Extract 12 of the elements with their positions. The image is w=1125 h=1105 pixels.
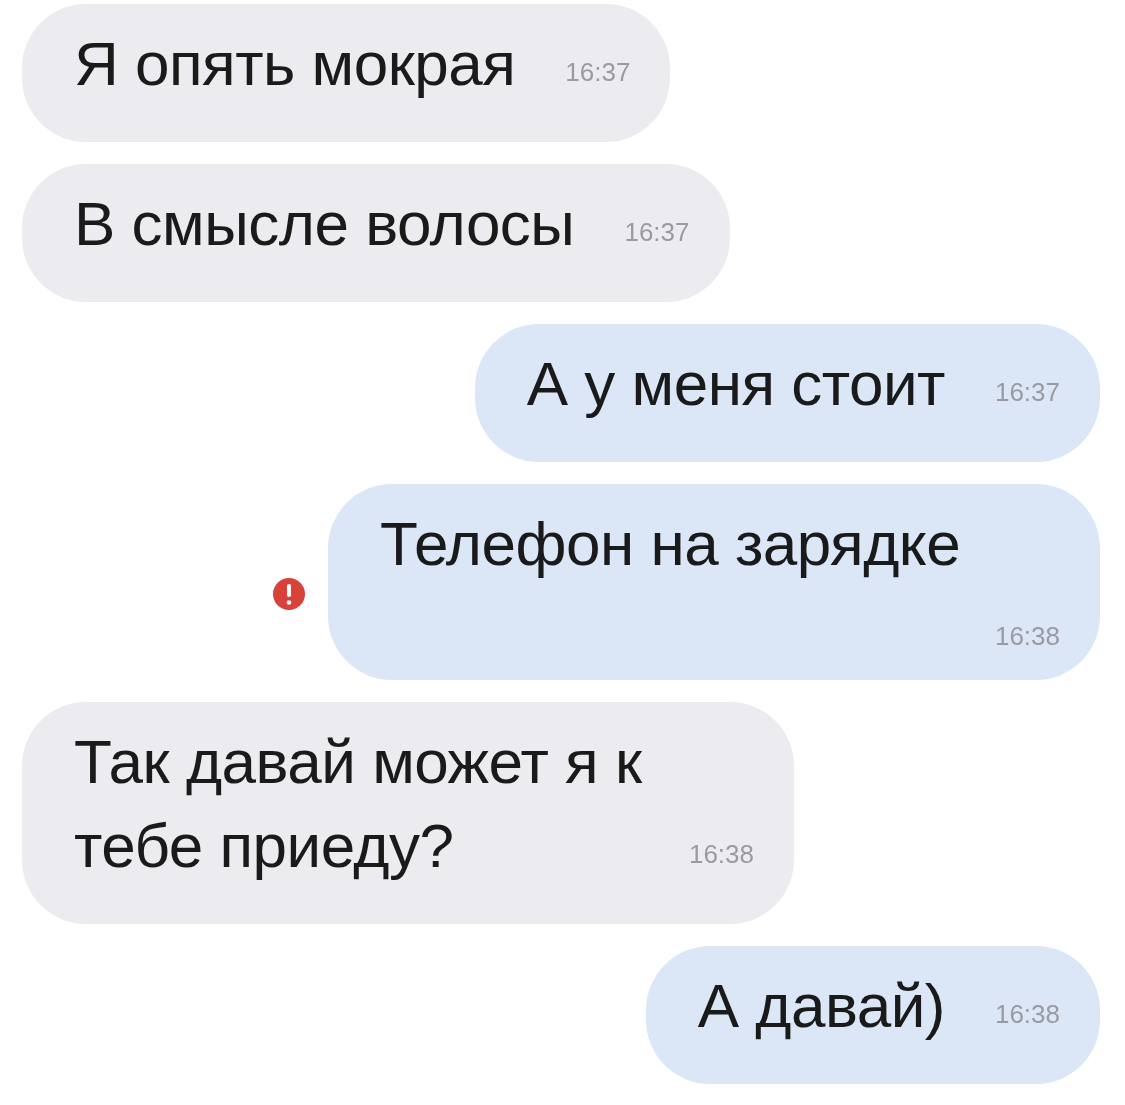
message-text: Так давай может я к тебе приеду? [74, 727, 642, 880]
message-text: А у меня стоит [526, 349, 945, 418]
message-time: 16:37 [994, 376, 1060, 408]
message-time: 16:38 [994, 620, 1060, 652]
message-text: В смысле волосы [74, 189, 575, 258]
message-time: 16:37 [565, 56, 631, 88]
message-text: Я опять мокрая [74, 29, 516, 98]
message-time: 16:38 [994, 998, 1060, 1030]
message-time: 16:38 [688, 838, 754, 870]
message-text: Телефон на зарядке [380, 509, 961, 578]
message-time: 16:37 [624, 216, 690, 248]
message-text: А давай) [697, 971, 945, 1040]
